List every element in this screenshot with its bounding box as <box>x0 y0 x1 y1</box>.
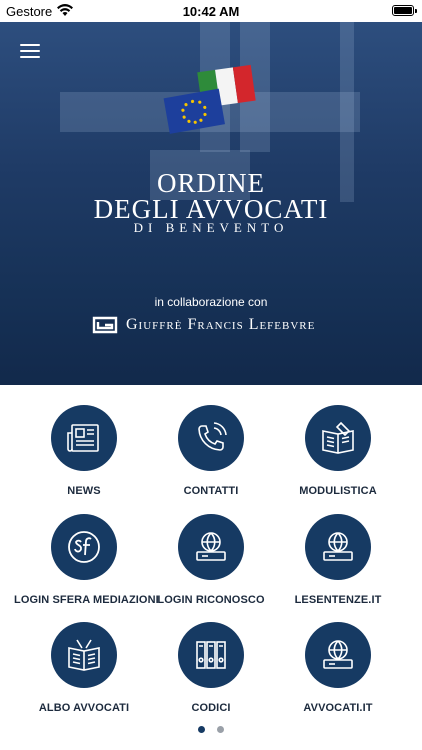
page-dot-1[interactable] <box>198 726 205 733</box>
modulistica-button[interactable]: MODULISTICA <box>268 405 408 497</box>
hero-banner: ORDINE DEGLI AVVOCATI DI BENEVENTO in co… <box>0 22 422 385</box>
contatti-label: CONTATTI <box>183 485 239 497</box>
page-indicator <box>0 726 422 733</box>
page-dot-2[interactable] <box>217 726 224 733</box>
modulistica-label: MODULISTICA <box>299 485 377 497</box>
giuffre-logo-icon <box>92 316 118 334</box>
globe-monitor-icon <box>323 532 353 561</box>
login-sfera-mediazioni-label: LOGIN SFERA MEDIAZIONI <box>14 594 159 606</box>
albo-avvocati-button[interactable]: ALBO AVVOCATI <box>14 622 154 714</box>
status-bar: Gestore 10:42 AM <box>0 0 422 22</box>
news-icon-circle <box>51 405 117 471</box>
albo-avvocati-label: ALBO AVVOCATI <box>38 702 130 714</box>
codici-icon-circle <box>178 622 244 688</box>
partner-logo: Giuffrè Francis Lefebvre <box>92 316 315 334</box>
sf-logo-icon <box>68 531 100 563</box>
lesentenze-icon-circle <box>305 514 371 580</box>
login-riconosco-icon-circle <box>178 514 244 580</box>
contatti-icon-circle <box>178 405 244 471</box>
contatti-button[interactable]: CONTATTI <box>141 405 281 497</box>
lesentenze-label: LESENTENZE.IT <box>294 594 382 606</box>
battery-icon <box>392 5 417 16</box>
login-riconosco-button[interactable]: LOGIN RICONOSCO <box>141 514 281 606</box>
login-sfera-icon-circle <box>51 514 117 580</box>
avvocati-it-button[interactable]: AVVOCATI.IT <box>268 622 408 714</box>
avvocati-it-label: AVVOCATI.IT <box>303 702 373 714</box>
eu-italy-flags-icon <box>163 64 256 134</box>
news-label: NEWS <box>67 485 101 497</box>
login-sfera-mediazioni-button[interactable]: LOGIN SFERA MEDIAZIONI <box>14 514 159 606</box>
partner-name: Giuffrè Francis Lefebvre <box>126 316 316 333</box>
avvocati-it-icon-circle <box>305 622 371 688</box>
codici-button[interactable]: CODICI <box>141 622 281 714</box>
albo-avvocati-icon-circle <box>51 622 117 688</box>
codici-label: CODICI <box>191 702 231 714</box>
login-riconosco-label: LOGIN RICONOSCO <box>157 594 265 606</box>
form-book-icon <box>322 421 354 454</box>
globe-monitor-icon <box>196 532 226 561</box>
lesentenze-button[interactable]: LESENTENZE.IT <box>268 514 408 606</box>
org-title-line3: DI BENEVENTO <box>133 220 289 235</box>
news-button[interactable]: NEWS <box>14 405 154 497</box>
phone-icon <box>198 422 227 451</box>
hamburger-menu-button[interactable] <box>20 42 42 60</box>
binders-icon <box>196 641 226 669</box>
open-book-icon <box>68 639 100 671</box>
collaboration-text: in collaborazione con <box>154 295 268 309</box>
newspaper-icon <box>67 424 99 452</box>
modulistica-icon-circle <box>305 405 371 471</box>
globe-monitor-icon <box>323 640 353 669</box>
clock: 10:42 AM <box>182 4 240 19</box>
